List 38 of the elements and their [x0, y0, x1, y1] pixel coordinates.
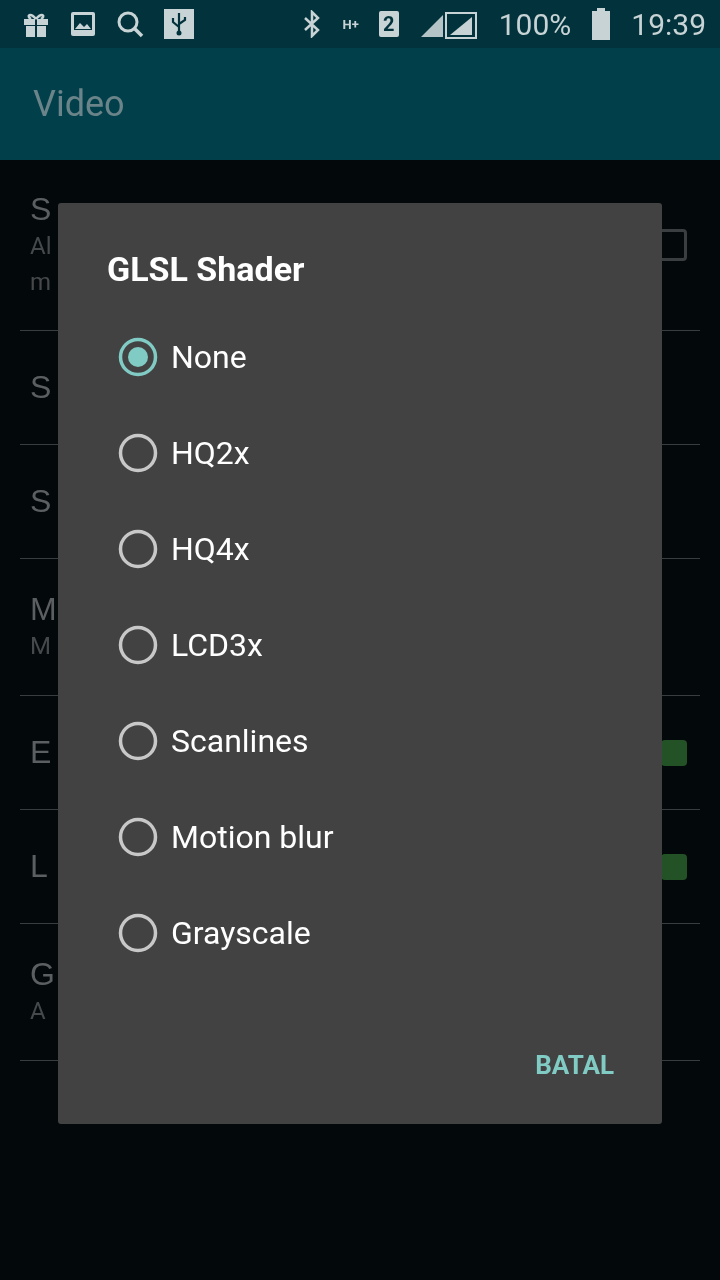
clock: 19:39	[631, 6, 706, 42]
sim-indicator: 2	[378, 11, 399, 37]
setting-summary: M	[30, 630, 51, 662]
radio-button[interactable]	[118, 433, 158, 473]
shader-option[interactable]: Motion blur	[107, 789, 662, 885]
cancel-button[interactable]: BATAL	[535, 1042, 614, 1088]
usb-icon	[164, 9, 194, 39]
setting-summary: Al	[30, 230, 52, 262]
checkbox[interactable]	[661, 739, 687, 766]
radio-button[interactable]	[118, 529, 158, 569]
setting-title[interactable]: S	[30, 483, 52, 520]
shader-option[interactable]: None	[107, 309, 662, 405]
setting-title[interactable]: M	[30, 590, 57, 628]
setting-title[interactable]: G	[30, 955, 55, 993]
radio-button[interactable]	[118, 913, 158, 953]
search-icon	[116, 10, 144, 38]
shader-option[interactable]: HQ4x	[107, 501, 662, 597]
network-type: H+	[342, 17, 359, 31]
shader-option[interactable]: Grayscale	[107, 885, 662, 981]
setting-summary: A	[30, 995, 46, 1027]
radio-button[interactable]	[118, 817, 158, 857]
image-icon	[70, 11, 96, 37]
radio-button[interactable]	[118, 625, 158, 665]
screen-title: Video	[33, 83, 125, 125]
dialog-title: GLSL Shader	[107, 249, 306, 289]
battery-percent: 100%	[498, 6, 572, 42]
setting-title[interactable]: E	[30, 734, 52, 771]
setting-title[interactable]: L	[30, 848, 48, 885]
setting-summary: m	[30, 266, 52, 298]
setting-title[interactable]: S	[30, 369, 52, 406]
shader-option[interactable]: LCD3x	[107, 597, 662, 693]
checkbox[interactable]	[661, 853, 687, 880]
setting-title[interactable]: S	[30, 190, 52, 228]
shader-option[interactable]: Scanlines	[107, 693, 662, 789]
radio-button[interactable]	[118, 721, 158, 761]
radio-button[interactable]	[118, 337, 158, 377]
shader-option[interactable]: HQ2x	[107, 405, 662, 501]
battery-icon	[591, 8, 612, 40]
